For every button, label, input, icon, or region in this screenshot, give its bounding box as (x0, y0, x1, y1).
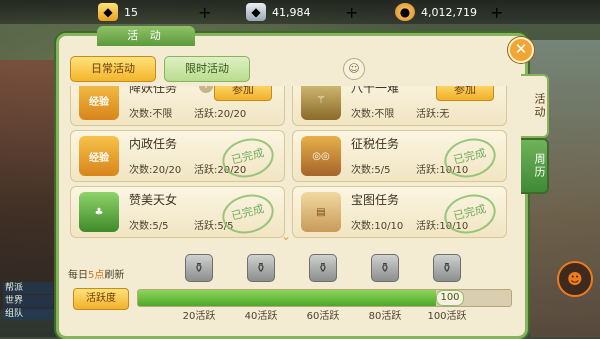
tab-daily-activities[interactable]: 日常活动 (70, 56, 156, 82)
channel-guild[interactable]: 帮派 (3, 282, 53, 294)
silver-value: 41,984 (272, 5, 311, 19)
milestone-label: 40活跃 (244, 311, 278, 322)
chat-channel-list: 帮派 世界 组队 (3, 282, 53, 321)
pouch-icon: ♣ (79, 192, 119, 232)
reward-chest-80[interactable]: ⚱ (371, 254, 399, 282)
activity-card[interactable]: ▤ 宝图任务 次数:10/10 活跃:10/10 已完成 (292, 186, 507, 239)
channel-team[interactable]: 组队 (3, 308, 53, 320)
activity-card[interactable]: ◎◎ 征税任务 次数:5/5 活跃:10/10 已完成 (292, 130, 507, 183)
activity-list[interactable]: 经验 降妖任务 i 次数:不限 活跃:20/20 参加 ⚚ 八十一难 次数:不限… (64, 86, 516, 240)
experience-icon: 经验 (79, 86, 119, 120)
reward-chest-20[interactable]: ⚱ (185, 254, 213, 282)
milestone-label: 80活跃 (368, 311, 402, 322)
refresh-note: 每日5点刷新 (68, 266, 124, 281)
gold-ingot-icon: ◆ (98, 3, 118, 21)
treasure-map-icon: ▤ (301, 192, 341, 232)
activity-progress-fill (138, 290, 437, 306)
side-tab-weekly-calendar[interactable]: 周历 (521, 138, 549, 194)
add-gold-button[interactable]: + (198, 2, 211, 22)
activity-card[interactable]: ♣ 赞美天女 次数:5/5 活跃:5/5 已完成 (70, 186, 285, 239)
milestone-label: 100活跃 (427, 311, 467, 322)
add-silver-button[interactable]: + (345, 2, 358, 22)
activity-points: 活跃:无 (416, 109, 450, 120)
reward-chest-100[interactable]: ⚱ (433, 254, 461, 282)
activity-name: 降妖任务 (129, 86, 178, 95)
panel-title: 活 动 (97, 26, 195, 46)
tab-limited-activities[interactable]: 限时活动 (164, 56, 250, 82)
activity-times: 次数:10/10 (351, 221, 404, 232)
activity-times: 次数:不限 (351, 109, 395, 120)
chevron-down-icon[interactable]: ⌄ (281, 230, 295, 242)
reward-chest-40[interactable]: ⚱ (247, 254, 275, 282)
info-icon[interactable]: i (199, 86, 213, 93)
refresh-suffix: 刷新 (104, 270, 125, 281)
activity-points: 活跃:20/20 (194, 109, 247, 120)
activity-times: 次数:5/5 (351, 165, 391, 176)
gold-resource: ◆ 15 (98, 2, 138, 22)
activity-card[interactable]: 经验 内政任务 次数:20/20 活跃:20/20 已完成 (70, 130, 285, 183)
coin-value: 4,012,719 (421, 5, 477, 19)
add-coin-button[interactable]: + (490, 2, 503, 22)
staff-icon: ⚚ (301, 86, 341, 120)
activity-name: 八十一难 (351, 86, 400, 95)
activity-name: 赞美天女 (129, 193, 178, 207)
activity-name: 宝图任务 (351, 193, 400, 207)
close-button[interactable]: ✕ (508, 37, 534, 63)
activity-times: 次数:20/20 (129, 165, 182, 176)
milestone-label: 20活跃 (182, 311, 216, 322)
activity-card[interactable]: ⚚ 八十一难 次数:不限 活跃:无 参加 (292, 86, 507, 126)
reward-chest-60[interactable]: ⚱ (309, 254, 337, 282)
gold-value: 15 (124, 5, 138, 19)
silver-ingot-icon: ◆ (246, 3, 266, 21)
reward-icon[interactable]: ☺ (343, 58, 365, 80)
experience-icon: 经验 (79, 136, 119, 176)
activity-name: 内政任务 (129, 137, 178, 151)
activity-name: 征税任务 (351, 137, 400, 151)
coin-resource: ● 4,012,719 (395, 2, 477, 22)
join-button[interactable]: 参加 (436, 86, 494, 101)
refresh-prefix: 每日 (68, 270, 88, 281)
refresh-time: 5点 (88, 270, 105, 281)
side-tab-activities[interactable]: 活动 (521, 74, 549, 138)
activity-times: 次数:不限 (129, 109, 173, 120)
mascot-icon[interactable]: ☻ (557, 261, 593, 297)
activity-progress-value: 100 (436, 290, 464, 306)
resource-bar: ◆ 15 + ◆ 41,984 + ● 4,012,719 + (0, 0, 600, 24)
activity-card[interactable]: 经验 降妖任务 i 次数:不限 活跃:20/20 参加 (70, 86, 285, 126)
channel-world[interactable]: 世界 (3, 295, 53, 307)
coin-icon: ● (395, 3, 415, 21)
silver-resource: ◆ 41,984 (246, 2, 311, 22)
milestone-label: 60活跃 (306, 311, 340, 322)
join-button[interactable]: 参加 (214, 86, 272, 101)
activity-times: 次数:5/5 (129, 221, 169, 232)
activity-level-label: 活跃度 (73, 288, 129, 310)
coins-icon: ◎◎ (301, 136, 341, 176)
